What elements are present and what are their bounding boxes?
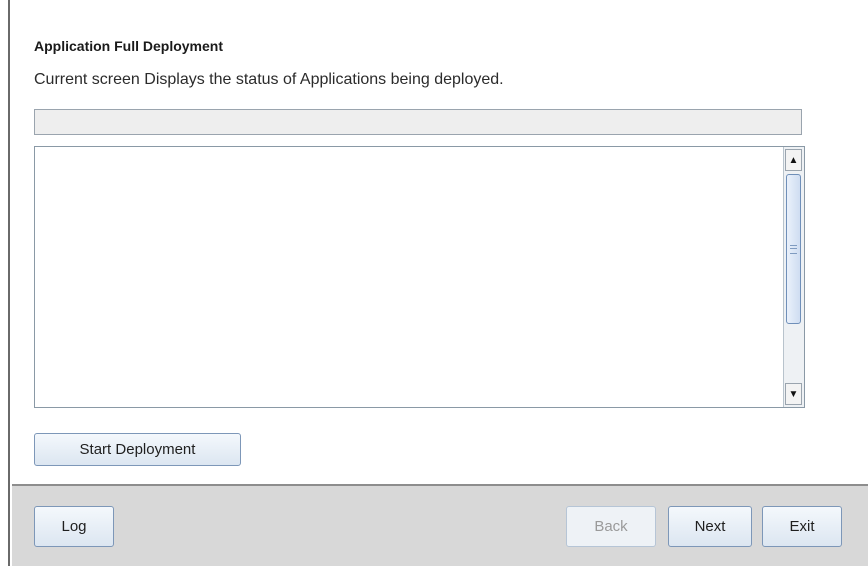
page-title: Application Full Deployment [34,38,224,54]
deployment-panel: Application Full Deployment Current scre… [12,0,868,484]
page-description: Current screen Displays the status of Ap… [34,71,504,88]
left-border [0,0,10,566]
back-button[interactable]: Back [566,506,656,547]
status-text-area[interactable] [35,147,784,407]
deployment-status-log[interactable]: ▲ ▼ [34,146,805,408]
scroll-up-icon[interactable]: ▲ [785,149,802,171]
deployment-progress-bar [34,109,802,135]
scroll-down-icon[interactable]: ▼ [785,383,802,405]
log-button[interactable]: Log [34,506,114,547]
exit-button[interactable]: Exit [762,506,842,547]
wizard-footer: Log Back Next Exit [12,484,868,566]
grip-icon [790,245,797,254]
next-button[interactable]: Next [668,506,752,547]
start-deployment-button[interactable]: Start Deployment [34,433,241,466]
vertical-scrollbar[interactable]: ▲ ▼ [783,147,804,407]
scroll-thumb[interactable] [786,174,801,324]
